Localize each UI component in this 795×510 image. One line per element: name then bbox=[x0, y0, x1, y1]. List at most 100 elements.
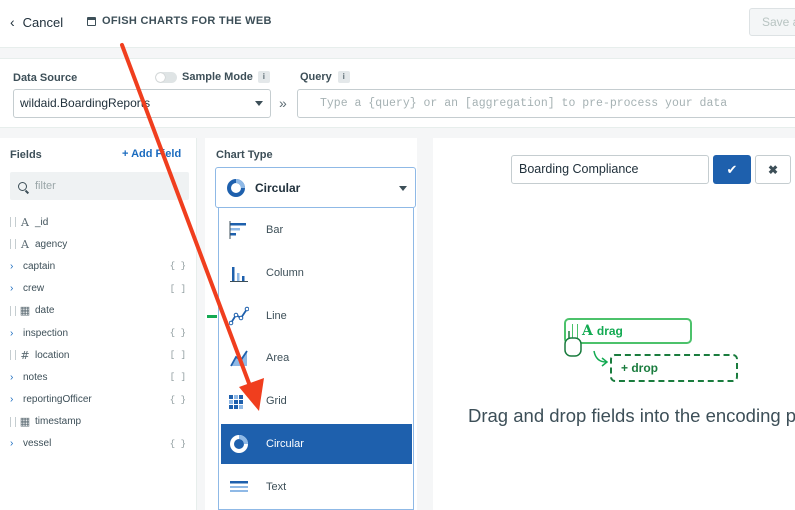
field-name: _id bbox=[35, 216, 49, 228]
field-type-badge: { } bbox=[169, 328, 186, 339]
pipeline-arrow-icon: » bbox=[279, 95, 287, 111]
chevron-right-icon[interactable]: › bbox=[10, 283, 20, 294]
sample-mode-label: Sample Mode bbox=[182, 71, 253, 83]
chevron-right-icon[interactable]: › bbox=[10, 394, 20, 405]
chart-type-option-line[interactable]: Line bbox=[221, 296, 412, 336]
grip-icon[interactable] bbox=[10, 217, 16, 228]
chevron-right-icon[interactable]: › bbox=[10, 261, 20, 272]
field-filter-input[interactable]: filter bbox=[10, 172, 189, 200]
field-list: A _id Aagency › captain{ } › crew[ ] ▦ date › insp… bbox=[10, 211, 190, 455]
field-item-crew[interactable]: › crew [ ] bbox=[10, 278, 190, 300]
info-icon[interactable]: i bbox=[337, 71, 350, 83]
chart-type-option-label: Bar bbox=[266, 224, 284, 236]
field-item-captain[interactable]: › captain { } bbox=[10, 255, 190, 277]
string-type-icon: A bbox=[21, 237, 29, 251]
chart-type-title: Chart Type bbox=[216, 149, 273, 161]
bar-chart-icon bbox=[229, 220, 249, 240]
field-item-notes[interactable]: › notes [ ] bbox=[10, 366, 190, 388]
filter-placeholder: filter bbox=[35, 180, 56, 192]
field-item-inspection[interactable]: › inspection { } bbox=[10, 322, 190, 344]
cancel-title-button[interactable]: ✖ bbox=[755, 155, 791, 184]
grip-icon[interactable] bbox=[10, 350, 16, 361]
area-chart-icon bbox=[229, 348, 249, 368]
drop-illustration: + drop bbox=[610, 354, 738, 382]
field-name: reportingOfficer bbox=[23, 394, 92, 406]
data-source-label: Data Source bbox=[13, 72, 78, 84]
field-item-agency[interactable]: Aagency bbox=[10, 233, 190, 255]
number-type-icon: # bbox=[20, 348, 30, 362]
field-type-badge: { } bbox=[169, 394, 186, 405]
field-item-location[interactable]: # location [ ] bbox=[10, 344, 190, 366]
chevron-right-icon[interactable]: › bbox=[10, 328, 20, 339]
sample-mode-toggle[interactable] bbox=[155, 71, 177, 83]
close-icon: ✖ bbox=[767, 162, 779, 177]
fields-panel: Fields + Add Field filter A _id Aagency › ca… bbox=[0, 138, 197, 510]
chevron-right-icon[interactable]: › bbox=[10, 372, 20, 383]
query-label: Query bbox=[300, 71, 332, 83]
string-type-icon: A bbox=[21, 215, 29, 229]
field-item-_id[interactable]: A _id bbox=[10, 211, 190, 233]
chart-type-option-label: Circular bbox=[266, 438, 304, 450]
save-button[interactable]: Save a bbox=[749, 8, 795, 36]
chart-type-option-label: Text bbox=[266, 480, 287, 493]
field-type-badge: [ ] bbox=[169, 372, 186, 383]
grip-icon[interactable] bbox=[10, 305, 16, 316]
chart-type-option-column[interactable]: Column bbox=[221, 253, 412, 293]
string-type-icon: A bbox=[582, 323, 593, 339]
field-name: inspection bbox=[23, 327, 69, 339]
chevron-right-icon[interactable]: › bbox=[10, 438, 20, 449]
drag-label: drag bbox=[596, 324, 623, 338]
confirm-title-button[interactable]: ✔ bbox=[713, 155, 751, 184]
field-item-reportingOfficer[interactable]: › reportingOfficer { } bbox=[10, 389, 190, 411]
field-type-badge: { } bbox=[169, 438, 186, 449]
info-icon[interactable]: i bbox=[257, 71, 270, 83]
field-item-vessel[interactable]: › vessel { } bbox=[10, 433, 190, 455]
grip-icon[interactable] bbox=[10, 239, 16, 250]
field-item-timestamp[interactable]: ▦ timestamp bbox=[10, 411, 190, 433]
drag-drop-hint: Drag and drop fields into the encoding p bbox=[468, 405, 795, 426]
sample-mode: Sample Mode i bbox=[155, 71, 270, 83]
chart-title-input[interactable]: Boarding Compliance bbox=[511, 155, 709, 184]
dashboard-title-text: OFISH CHARTS FOR THE WEB bbox=[102, 15, 272, 27]
field-name: crew bbox=[23, 283, 45, 295]
cancel-label: Cancel bbox=[22, 14, 64, 30]
chart-type-option-label: Column bbox=[266, 266, 304, 279]
grid-chart-icon bbox=[229, 391, 249, 411]
chart-type-option-circular[interactable]: Circular bbox=[221, 424, 412, 464]
data-source-bar: Data Source Sample Mode i Query i wildai… bbox=[0, 58, 795, 128]
column-chart-icon bbox=[229, 263, 249, 283]
chevron-left-icon: ‹ bbox=[10, 14, 15, 30]
chart-type-select[interactable]: Circular bbox=[215, 167, 416, 208]
dashboard-title: OFISH CHARTS FOR THE WEB bbox=[87, 15, 272, 27]
circular-chart-icon bbox=[226, 178, 246, 198]
query-input[interactable]: Type a {query} or an [aggregation] to pr… bbox=[297, 89, 795, 118]
field-name: agency bbox=[35, 238, 68, 250]
line-chart-icon bbox=[229, 306, 249, 326]
text-chart-icon bbox=[229, 477, 249, 497]
top-bar: ‹ Cancel OFISH CHARTS FOR THE WEB Save a bbox=[0, 0, 795, 48]
document-icon bbox=[87, 16, 96, 26]
chart-type-option-label: Area bbox=[266, 352, 290, 365]
chart-type-option-text[interactable]: Text bbox=[221, 467, 412, 507]
field-item-date[interactable]: ▦ date bbox=[10, 300, 190, 322]
chart-type-option-bar[interactable]: Bar bbox=[221, 210, 412, 250]
add-field-button[interactable]: + Add Field bbox=[122, 148, 181, 160]
cancel-button[interactable]: ‹ Cancel bbox=[10, 14, 63, 30]
chart-type-option-label: Line bbox=[266, 309, 287, 322]
chart-type-selected: Circular bbox=[255, 180, 301, 195]
chart-type-option-area[interactable]: Area bbox=[221, 338, 412, 378]
checkmark-icon: ✔ bbox=[726, 161, 738, 177]
field-name: location bbox=[35, 349, 70, 361]
data-source-select[interactable]: wildaid.BoardingReports bbox=[13, 89, 271, 118]
field-type-badge: [ ] bbox=[169, 350, 186, 361]
query-header: Query i bbox=[300, 71, 350, 83]
field-name: captain bbox=[23, 260, 56, 272]
field-name: notes bbox=[23, 371, 48, 383]
selection-indicator bbox=[207, 315, 217, 318]
grip-icon[interactable] bbox=[10, 416, 16, 427]
panel-divider bbox=[417, 138, 425, 510]
chart-type-option-grid[interactable]: Grid bbox=[221, 381, 412, 421]
drag-illustration: A drag bbox=[564, 318, 692, 344]
chart-type-option-label: Grid bbox=[266, 395, 287, 408]
calendar-icon: ▦ bbox=[19, 415, 31, 429]
